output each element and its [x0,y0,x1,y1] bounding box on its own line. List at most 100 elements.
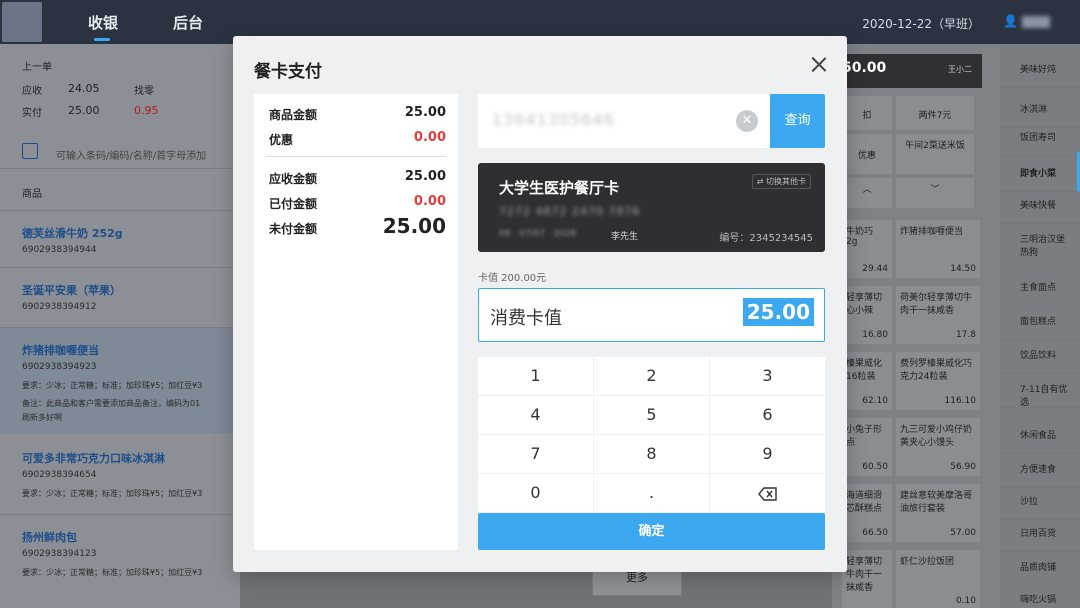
cart-item[interactable]: 可爱多非常巧克力口味冰淇淋 6902938394654 要求：少冰；正常糖；标准… [0,436,240,514]
page-down-button[interactable]: ﹀ [896,178,974,208]
card-payment-dialog: 餐卡支付 商品金额 25.00 优惠 0.00 应收金额 25.00 已付金额 … [233,36,847,572]
product-name: 荷美尔轻享薄切牛肉干一抹咸香 [900,293,973,316]
category-item[interactable]: 嗨吃火锅 [1000,578,1080,608]
goods-amount-value: 25.00 [404,105,446,120]
dialog-title: 餐卡支付 [254,62,322,82]
item-code: 6902938394912 [22,302,97,312]
product-cell[interactable]: 荷美尔轻享薄切牛肉干一抹咸香 17.8 [896,286,980,344]
card-serial: 编号：2345234545 [719,233,813,244]
change-label: 找零 [134,86,154,97]
divider [0,168,240,169]
consume-value: 25.00 [742,298,814,326]
card-holder: 李先生 [611,232,639,242]
amount-summary: 商品金额 25.00 优惠 0.00 应收金额 25.00 已付金额 0.00 … [254,94,458,550]
divider [266,156,446,157]
product-cell[interactable]: 炸猪排咖喱便当 14.50 [896,220,980,278]
product-cell[interactable]: 海道细滑 芯酥糕点 66.50 [842,484,892,542]
cart-item-selected[interactable]: 炸猪排咖喱便当 6902938394923 要求：少冰；正常糖；标准；加珍珠¥5… [0,328,240,434]
product-cell[interactable]: 小兔子形 点 60.50 [842,418,892,476]
receivable-value: 25.00 [404,169,446,184]
category-sidebar: 美味好炖 冰淇淋 饭团寿司 即食小菜 美味快餐 三明治汉堡热狗 主食面点 面包糕… [1000,44,1080,608]
operator-name: 王小二 [948,65,972,74]
promo-cell[interactable]: 扣 [842,96,892,130]
key-8[interactable]: 8 [594,435,709,473]
cart-panel: 上一单 应收 24.05 找零 实付 25.00 0.95 可输入条码/编码/名… [0,44,240,608]
product-price: 16.80 [862,330,888,340]
key-0[interactable]: 0 [478,474,593,512]
key-7[interactable]: 7 [478,435,593,473]
paid-value: 0.00 [413,194,446,209]
receivable-label: 应收金额 [269,172,318,186]
item-name: 扬州鲜肉包 [22,531,77,544]
promo-cell[interactable]: 午间2菜送米饭 [896,134,974,174]
promo-cell[interactable]: 两件7元 [896,96,974,130]
cart-item[interactable]: 扬州鲜肉包 6902938394123 要求：少冰；正常糖；标准；加珍珠¥5；加… [0,515,240,605]
search-input[interactable]: 可输入条码/编码/名称/首字母添加 [56,147,206,162]
nav-backend[interactable]: 后台 [173,12,203,33]
promo-cell[interactable]: 优惠 [842,134,892,174]
query-button[interactable]: 查询 [770,94,825,148]
product-price: 17.8 [955,330,976,340]
product-cell[interactable]: 牛奶巧 2g 29.44 [842,220,892,278]
unpaid-label: 未付金额 [269,222,318,236]
product-price: 0.10 [955,596,976,606]
item-name: 炸猪排咖喱便当 [22,344,99,357]
product-cell[interactable]: 九三可爱小鸡仔奶黄夹心小馒头 56.90 [896,418,980,476]
key-6[interactable]: 6 [710,396,825,434]
col-goods-header: 商品 [22,189,42,200]
order-total-value: 50.00 [842,60,887,76]
order-total-panel: 50.00 王小二 [832,54,982,88]
product-cell[interactable]: 轻享薄切 牛肉干一抹咸香 [842,550,892,608]
item-code: 6902938394654 [22,470,97,480]
backspace-key[interactable] [710,474,825,512]
nav-cashier[interactable]: 收银 [88,12,118,41]
product-cell[interactable]: 建丝意软美摩洛哥油旅行套装 57.00 [896,484,980,542]
item-note-cont: 刷新多好啊 [22,413,62,422]
user-menu[interactable]: 👤 [1003,14,1050,28]
product-name: 炸猪排咖喱便当 [900,227,964,237]
clear-icon[interactable]: ✕ [736,110,758,132]
category-item[interactable]: 饭团寿司 [1000,116,1080,156]
paid-label: 实付 [22,108,42,119]
product-cell[interactable]: 虾仁沙拉饭团 0.10 [896,550,980,608]
confirm-button[interactable]: 确定 [478,513,825,550]
cart-item[interactable]: 圣诞平安果（苹果） 6902938394912 [0,268,240,328]
product-cell[interactable]: 轻享薄切 心小辣 16.80 [842,286,892,344]
category-item[interactable]: 三明治汉堡热狗 [1000,218,1080,258]
item-name: 可爱多非常巧克力口味冰淇淋 [22,452,165,465]
close-icon[interactable] [811,56,827,72]
switch-card-button[interactable]: ⇄ 切换其他卡 [751,174,811,189]
category-item[interactable]: 7-11自有优选 [1000,368,1080,408]
goods-amount-label: 商品金额 [269,108,318,122]
page-up-button[interactable]: ︿ [842,178,892,208]
paid-value: 25.00 [68,104,100,117]
item-name: 德芙丝滑牛奶 252g [22,227,123,240]
item-note: 备注：此商品和客户需要添加商品备注，编码为01 [22,399,201,408]
prev-order-label[interactable]: 上一单 [22,58,52,73]
item-code: 6902938394944 [22,245,97,255]
item-requirements: 要求：少冰；正常糖；标准；加珍珠¥5；加红豆¥3 [22,489,203,498]
key-2[interactable]: 2 [594,357,709,395]
product-grid: 扣 两件7元 优惠 午间2菜送米饭 ︿ ﹀ 牛奶巧 2g 29.44 炸猪排咖喱便… [832,44,1000,608]
category-item[interactable]: 美味好炖 [1000,48,1080,88]
product-name: 九三可爱小鸡仔奶黄夹心小馒头 [900,425,973,448]
product-cell[interactable]: 榛果威化 16粒装 62.10 [842,352,892,410]
product-cell[interactable]: 费列罗榛果威化巧克力24粒装 116.10 [896,352,980,410]
product-price: 116.10 [944,396,977,406]
cart-item[interactable]: 德芙丝滑牛奶 252g 6902938394944 [0,211,240,267]
phone-field[interactable]: 13641305646 ✕ [478,94,770,148]
change-value: 0.95 [134,104,159,117]
key-5[interactable]: 5 [594,396,709,434]
key-4[interactable]: 4 [478,396,593,434]
product-name: 轻享薄切 牛肉干一抹咸香 [846,557,883,593]
product-name: 牛奶巧 2g [846,227,874,247]
key-dot[interactable]: . [594,474,709,512]
key-3[interactable]: 3 [710,357,825,395]
card-date: 08 · 07/07 · 2026 [499,229,577,239]
receivable-value: 24.05 [68,82,100,95]
shift-date: 2020-12-22（早班） [862,17,980,31]
key-1[interactable]: 1 [478,357,593,395]
scan-icon[interactable] [22,143,38,159]
key-9[interactable]: 9 [710,435,825,473]
consume-input[interactable]: 消费卡值 25.00 [478,288,825,342]
